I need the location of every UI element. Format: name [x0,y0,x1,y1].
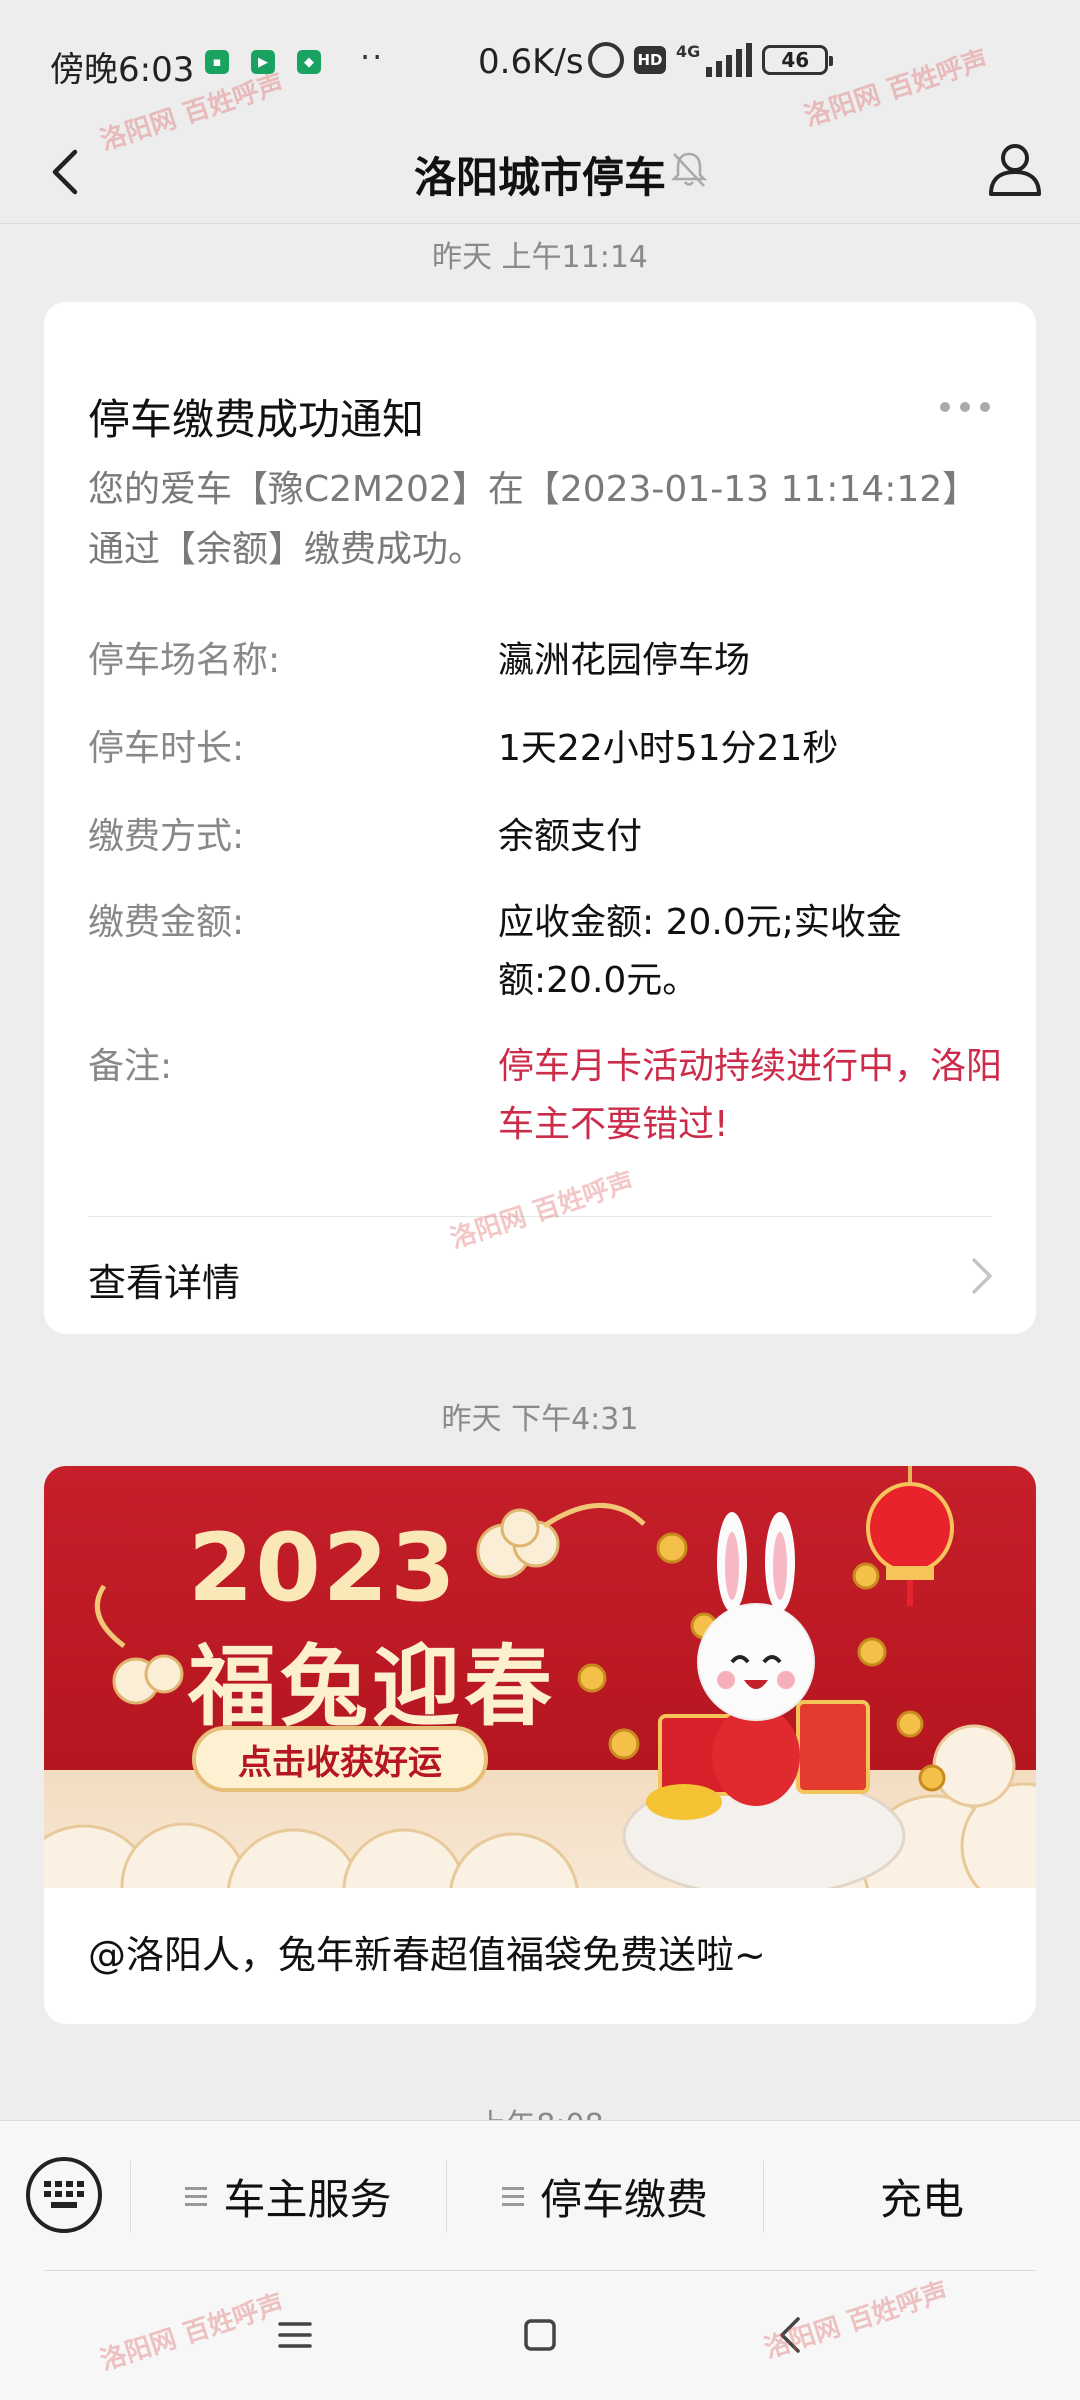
more-options-button[interactable] [940,402,990,412]
field-label: 缴费方式: [88,816,245,857]
field-label: 缴费金额: [88,902,245,943]
field-label: 停车场名称: [88,640,281,681]
battery-icon: 46 [762,45,834,75]
message-timestamp: 昨天 上午11:14 [432,240,648,275]
field-value: 1天22小时51分21秒 [498,728,839,769]
more-dot-icon [980,402,990,412]
network-type-label: 4G [676,42,701,61]
official-account-menu: 车主服务 停车缴费 充电 [0,2120,1080,2270]
more-dot-icon [960,402,970,412]
field-value: 余额支付 [498,816,643,857]
chevron-right-icon [972,1258,992,1294]
menu-parking-payment[interactable]: 停车缴费 [447,2121,763,2271]
submenu-icon [501,2182,524,2211]
field-label: 停车时长: [88,728,245,769]
view-details-link[interactable]: 查看详情 [88,1252,240,1307]
menu-lines-icon [278,2322,312,2348]
hd-voice-icon: HD [634,46,666,74]
menu-owner-services[interactable]: 车主服务 [131,2121,446,2271]
user-icon [989,144,1041,196]
home-square-icon [524,2319,556,2351]
profile-button[interactable] [980,134,1050,204]
field-value: 应收金额: 20.0元;实收金额:20.0元。 [498,902,902,1001]
menu-charging[interactable]: 充电 [764,2121,1080,2271]
more-notifications-icon: ·· [360,38,385,76]
signal-icon [706,43,753,77]
notice-title: 停车缴费成功通知 [88,395,425,444]
message-timestamp: 昨天 下午4:31 [441,1402,639,1437]
home-button[interactable] [505,2300,575,2370]
keyboard-toggle-button[interactable] [26,2157,102,2233]
alarm-icon [588,42,624,78]
menu-label: 停车缴费 [539,2174,708,2224]
network-speed: 0.6K/s [478,42,584,82]
menu-label: 充电 [879,2174,964,2224]
promo-banner-image[interactable]: 2023 福兔迎春 点击收获好运 [44,1466,1036,1888]
field-label: 备注: [88,1046,173,1087]
mute-bell-icon [670,152,708,187]
notice-description: 您的爱车【豫C2M202】在【2023-01-13 11:14:12】通过【余额… [88,469,979,570]
promo-article-title: @洛阳人，兔年新春超值福袋免费送啦~ [88,1933,766,1977]
promo-article-card[interactable]: 2023 福兔迎春 点击收获好运 @洛阳人，兔年新春超值福袋免费送啦~ [44,1466,1036,2024]
keyboard-icon [44,2181,84,2208]
payment-notice-card[interactable]: 停车缴费成功通知 您的爱车【豫C2M202】在【2023-01-13 11:14… [44,302,1036,1334]
app-notification-icon: ▪ [205,50,229,74]
field-value: 瀛洲花园停车场 [498,640,751,681]
banner-cta-button[interactable]: 点击收获好运 [192,1726,488,1792]
status-time: 傍晚6:03 [50,50,195,90]
banner-title: 福兔迎春 [188,1635,557,1738]
menu-label: 车主服务 [223,2174,392,2224]
more-dot-icon [940,402,950,412]
submenu-icon [185,2182,208,2211]
remark-value: 停车月卡活动持续进行中，洛阳车主不要错过! [498,1046,1003,1145]
chat-app-icon: ◆ [297,50,321,74]
banner-year: 2023 [188,1514,458,1623]
system-status-icons: HD 4G 46 [588,42,834,78]
page-title: 洛阳城市停车 [413,153,666,202]
